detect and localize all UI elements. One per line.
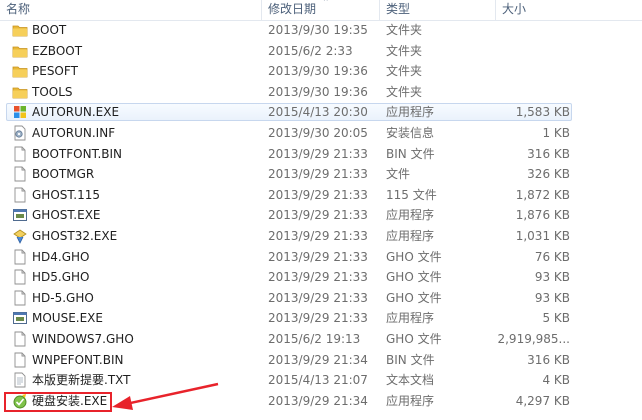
- annotation-arrow-icon: [112, 382, 219, 410]
